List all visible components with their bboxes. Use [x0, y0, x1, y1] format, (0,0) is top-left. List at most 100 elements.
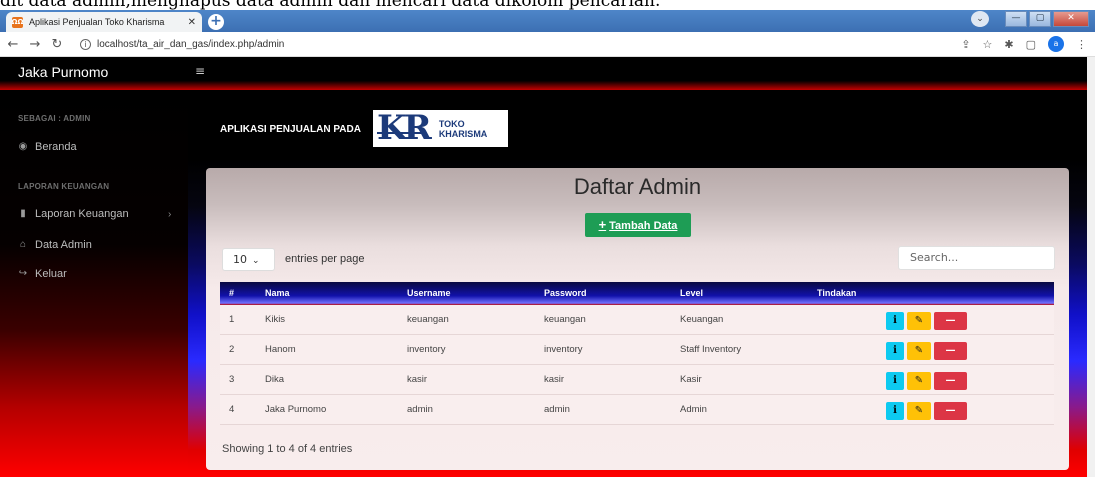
info-button[interactable]: i — [886, 342, 904, 360]
cell-username: inventory — [407, 344, 446, 355]
logo-text: TOKO KHARISMA — [439, 119, 488, 139]
extensions-icon[interactable]: ✱ — [1004, 38, 1013, 51]
cell-level: Admin — [680, 404, 707, 415]
chevron-right-icon: › — [168, 208, 172, 220]
column-header[interactable]: # — [229, 288, 234, 298]
edit-button[interactable]: ✎ — [907, 312, 931, 330]
brand-name[interactable]: Jaka Purnomo — [18, 64, 108, 80]
delete-button[interactable]: — — [934, 312, 967, 330]
table-row: 3 Dika kasir kasir Kasir i ✎ — — [220, 365, 1054, 395]
cell-level: Kasir — [680, 374, 702, 385]
cell-no: 3 — [229, 374, 235, 385]
entries-value: 10 — [233, 253, 247, 266]
address-bar: ← → ↻ i localhost/ta_air_dan_gas/index.p… — [0, 32, 1095, 57]
browser-menu-icon[interactable]: ⋮ — [1076, 38, 1087, 51]
add-data-label: Tambah Data — [609, 220, 678, 232]
cell-username: admin — [407, 404, 433, 415]
delete-button[interactable]: — — [934, 372, 967, 390]
back-icon[interactable]: ← — [4, 37, 22, 52]
column-header[interactable]: Tindakan — [817, 288, 856, 298]
table-header: # Nama Username Password Level Tindakan — [220, 282, 1054, 305]
cell-no: 4 — [229, 404, 235, 415]
tab-close-icon[interactable]: ✕ — [188, 17, 196, 28]
sidebar-heading-role: SEBAGAI : ADMIN — [18, 114, 91, 123]
tab-title: Aplikasi Penjualan Toko Kharisma — [29, 17, 165, 27]
site-info-icon[interactable]: i — [80, 38, 91, 50]
book-icon: ▮ — [20, 208, 26, 219]
dashboard-icon: ◉ — [18, 141, 28, 152]
edit-button[interactable]: ✎ — [907, 402, 931, 420]
profile-avatar[interactable]: a — [1048, 36, 1064, 52]
bookmark-star-icon[interactable]: ☆ — [983, 38, 993, 51]
sidebar-item-label: Data Admin — [35, 239, 92, 251]
app-navbar: Jaka Purnomo ≡ — [0, 57, 1095, 90]
row-actions: i ✎ — — [886, 402, 967, 420]
sidebar-heading-finance: LAPORAN KEUANGAN — [18, 182, 110, 191]
plus-icon: + — [598, 217, 607, 232]
cell-password: inventory — [544, 344, 583, 355]
admin-card: Daftar Admin + Tambah Data 10 ⌄ entries pe… — [206, 168, 1069, 470]
info-button[interactable]: i — [886, 312, 904, 330]
entries-label: entries per page — [285, 253, 365, 265]
url-field[interactable]: localhost/ta_air_dan_gas/index.php/admin — [97, 39, 284, 50]
app-title: APLIKASI PENJUALAN PADA — [220, 124, 361, 135]
favicon-icon: ΩΩ — [11, 16, 24, 28]
logo-line1: TOKO — [438, 118, 465, 129]
sidebar-item-label: Laporan Keuangan — [35, 208, 129, 220]
cell-nama: Hanom — [265, 344, 296, 355]
cell-password: admin — [544, 404, 570, 415]
reload-icon[interactable]: ↻ — [48, 37, 66, 52]
table-row: 2 Hanom inventory inventory Staff Invent… — [220, 335, 1054, 365]
cell-level: Keuangan — [680, 314, 724, 325]
sidebar-item-label: Keluar — [35, 268, 67, 280]
entries-info: Showing 1 to 4 of 4 entries — [222, 443, 353, 455]
edit-button[interactable]: ✎ — [907, 342, 931, 360]
sidebar-item-laporan-keuangan[interactable]: ▮ Laporan Keuangan › — [18, 208, 188, 220]
admin-table: # Nama Username Password Level Tindakan … — [220, 282, 1054, 425]
cell-nama: Jaka Purnomo — [265, 404, 327, 415]
forward-icon[interactable]: → — [26, 37, 44, 52]
cell-level: Staff Inventory — [680, 344, 742, 355]
sidebar-item-keluar[interactable]: ↪ Keluar — [18, 268, 67, 280]
window-close-button[interactable]: ✕ — [1053, 11, 1089, 27]
entries-per-page-select[interactable]: 10 ⌄ — [222, 248, 275, 271]
maximize-button[interactable]: ▢ — [1029, 11, 1051, 27]
cell-no: 1 — [229, 314, 235, 325]
column-header[interactable]: Level — [680, 288, 703, 298]
share-icon[interactable]: ⇪ — [961, 38, 970, 51]
row-actions: i ✎ — — [886, 372, 967, 390]
minimize-button[interactable]: — — [1005, 11, 1027, 27]
column-header[interactable]: Password — [544, 288, 587, 298]
logo-letters: KR — [377, 108, 432, 148]
store-logo: KR TOKO KHARISMA — [373, 110, 508, 147]
sidebar-toggle-icon[interactable]: ≡ — [195, 64, 205, 78]
row-actions: i ✎ — — [886, 312, 967, 330]
chevron-down-icon: ⌄ — [252, 256, 260, 266]
info-button[interactable]: i — [886, 372, 904, 390]
delete-button[interactable]: — — [934, 342, 967, 360]
sidebar: SEBAGAI : ADMIN ◉ Beranda LAPORAN KEUANG… — [0, 90, 188, 477]
column-header[interactable]: Nama — [265, 288, 290, 298]
add-data-button[interactable]: + Tambah Data — [585, 213, 691, 237]
sidepanel-icon[interactable]: ▢ — [1026, 38, 1036, 51]
caption-strip: dit data admin,menghapus data admin dan … — [0, 0, 1095, 10]
delete-button[interactable]: — — [934, 402, 967, 420]
browser-tab[interactable]: ΩΩ Aplikasi Penjualan Toko Kharisma ✕ — [6, 12, 202, 32]
edit-button[interactable]: ✎ — [907, 372, 931, 390]
new-tab-button[interactable]: + — [208, 14, 224, 30]
page-title: Daftar Admin — [573, 174, 702, 199]
page-scrollbar[interactable] — [1087, 57, 1095, 477]
logo-line2: KHARISMA — [438, 128, 488, 139]
info-button[interactable]: i — [886, 402, 904, 420]
sidebar-item-data-admin[interactable]: ⌂ Data Admin — [18, 239, 92, 251]
search-input[interactable]: Search... — [898, 246, 1055, 270]
cell-nama: Kikis — [265, 314, 286, 325]
column-header[interactable]: Username — [407, 288, 451, 298]
sidebar-item-beranda[interactable]: ◉ Beranda — [18, 141, 77, 153]
cell-nama: Dika — [265, 374, 285, 385]
cell-username: keuangan — [407, 314, 449, 325]
tab-search-icon[interactable]: ⌄ — [971, 11, 989, 27]
row-actions: i ✎ — — [886, 342, 967, 360]
table-row: 4 Jaka Purnomo admin admin Admin i ✎ — — [220, 395, 1054, 425]
window-controls: ⌄ — ▢ ✕ — [971, 11, 1089, 27]
